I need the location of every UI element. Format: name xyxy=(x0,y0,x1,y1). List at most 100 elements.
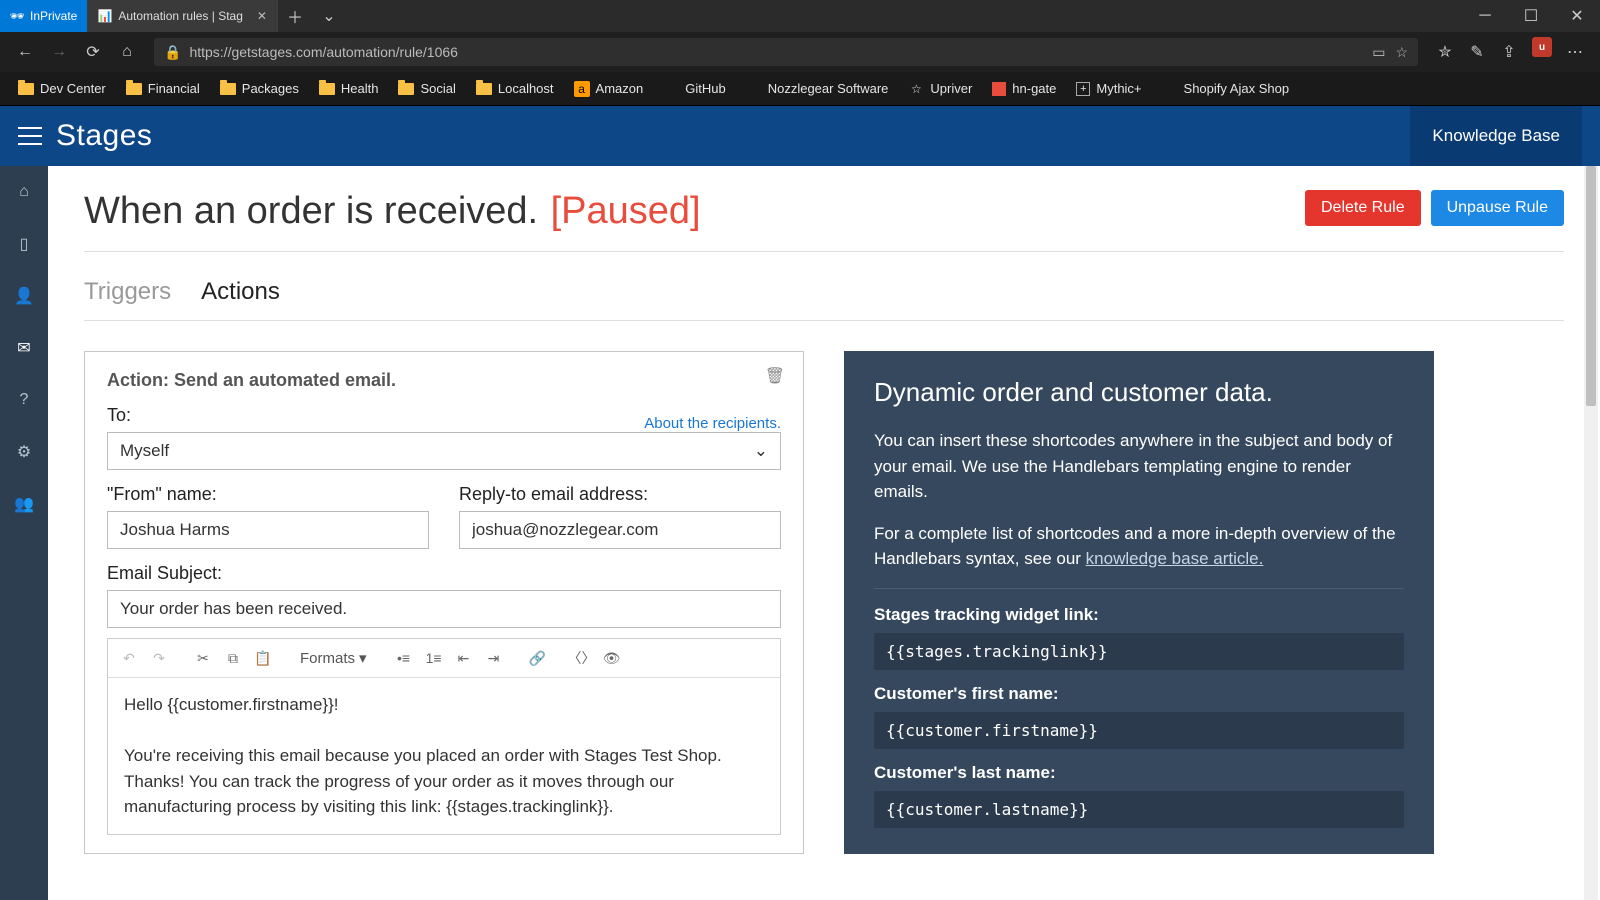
site-icon xyxy=(992,82,1006,96)
notes-icon[interactable]: ✎ xyxy=(1462,37,1492,67)
subject-input[interactable] xyxy=(107,590,781,628)
sidebar-home-icon[interactable]: ⌂ xyxy=(12,180,36,204)
undo-icon[interactable]: ↶ xyxy=(116,645,142,671)
from-name-input[interactable] xyxy=(107,511,429,549)
sidebar-settings-icon[interactable]: ⚙ xyxy=(12,440,36,464)
address-bar[interactable]: 🔒 https://getstages.com/automation/rule/… xyxy=(154,38,1418,66)
scrollbar-thumb[interactable] xyxy=(1586,166,1596,406)
nav-home-button[interactable]: ⌂ xyxy=(112,37,142,67)
shortcode-code-2: {{customer.firstname}} xyxy=(874,712,1404,749)
action-card: Action: Send an automated email. 🗑 To: A… xyxy=(84,351,804,854)
bookmark-packages[interactable]: Packages xyxy=(212,77,307,100)
menu-hamburger-icon[interactable] xyxy=(18,127,42,145)
close-tab-icon[interactable]: ✕ xyxy=(257,9,267,23)
bookmark-dev-center[interactable]: Dev Center xyxy=(10,77,114,100)
favorite-star-icon[interactable]: ☆ xyxy=(1395,44,1408,61)
cut-icon[interactable]: ✂ xyxy=(190,645,216,671)
tab-page[interactable]: 📊 Automation rules | Stag ✕ xyxy=(88,0,278,32)
shortcode-code-1: {{stages.trackinglink}} xyxy=(874,633,1404,670)
knowledge-base-link[interactable]: Knowledge Base xyxy=(1410,106,1582,166)
sidebar-account-icon[interactable]: 👥 xyxy=(12,492,36,516)
delete-action-icon[interactable]: 🗑 xyxy=(765,366,785,386)
tab-page-title: Automation rules | Stag xyxy=(118,9,243,23)
sidebar-mail-icon[interactable]: ✉ xyxy=(12,336,36,360)
browser-menu-button[interactable]: ⋯ xyxy=(1560,37,1590,67)
about-recipients-link[interactable]: About the recipients. xyxy=(644,415,781,432)
bookmarks-bar: Dev Center Financial Packages Health Soc… xyxy=(0,72,1600,106)
copy-icon[interactable]: ⧉ xyxy=(220,645,246,671)
content-scrollbar[interactable] xyxy=(1584,166,1598,900)
browser-toolbar: ← → ⟳ ⌂ 🔒 https://getstages.com/automati… xyxy=(0,32,1600,72)
folder-icon xyxy=(319,83,335,95)
folder-icon xyxy=(18,83,34,95)
star-icon: ☆ xyxy=(908,81,924,97)
reply-to-label: Reply-to email address: xyxy=(459,484,781,505)
window-close-button[interactable]: ✕ xyxy=(1554,0,1600,32)
to-label: To: xyxy=(107,405,131,426)
bookmark-financial[interactable]: Financial xyxy=(118,77,208,100)
nav-refresh-button[interactable]: ⟳ xyxy=(78,37,108,67)
tab-favicon-icon: 📊 xyxy=(98,9,112,23)
preview-icon[interactable]: 👁 xyxy=(599,645,625,671)
info-panel: Dynamic order and customer data. You can… xyxy=(844,351,1434,854)
inprivate-icon: 🕶 xyxy=(10,9,24,23)
unpause-rule-button[interactable]: Unpause Rule xyxy=(1431,190,1564,226)
favorites-list-icon[interactable]: ✮ xyxy=(1430,37,1460,67)
numbered-list-icon[interactable]: 1≡ xyxy=(421,645,447,671)
bullet-list-icon[interactable]: •≡ xyxy=(391,645,417,671)
sidebar-help-icon[interactable]: ? xyxy=(12,388,36,412)
share-icon[interactable]: ⇪ xyxy=(1494,37,1524,67)
bookmark-upriver[interactable]: ☆Upriver xyxy=(900,77,980,101)
editor-body[interactable]: Hello {{customer.firstname}}! You're rec… xyxy=(108,678,780,834)
delete-rule-button[interactable]: Delete Rule xyxy=(1305,190,1421,226)
bookmark-social[interactable]: Social xyxy=(390,77,463,100)
bookmark-shopify-ajax[interactable]: Shopify Ajax Shop xyxy=(1154,77,1298,101)
bookmark-github[interactable]: GitHub xyxy=(655,77,733,101)
reading-view-icon[interactable]: ▭ xyxy=(1372,44,1385,61)
reply-to-input[interactable] xyxy=(459,511,781,549)
app-sidebar: ⌂ ▯ 👤 ✉ ? ⚙ 👥 xyxy=(0,166,48,900)
tab-actions[interactable]: Actions xyxy=(201,272,280,320)
shortcode-label-3: Customer's last name: xyxy=(874,763,1404,783)
amazon-icon: a xyxy=(574,81,590,97)
lock-icon: 🔒 xyxy=(164,44,181,61)
bookmark-hn-gate[interactable]: hn-gate xyxy=(984,77,1064,100)
bookmark-health[interactable]: Health xyxy=(311,77,387,100)
bookmark-mythic[interactable]: +Mythic+ xyxy=(1068,77,1149,100)
to-select-value: Myself xyxy=(120,441,169,461)
new-tab-button[interactable]: ＋ xyxy=(278,0,312,32)
bookmark-amazon[interactable]: aAmazon xyxy=(566,77,652,101)
bookmark-nozzlegear[interactable]: Nozzlegear Software xyxy=(738,77,897,101)
tab-triggers[interactable]: Triggers xyxy=(84,272,171,320)
window-maximize-button[interactable]: ☐ xyxy=(1508,0,1554,32)
tab-inprivate-label: InPrivate xyxy=(30,9,77,23)
link-icon[interactable]: 🔗 xyxy=(525,645,551,671)
to-select[interactable]: Myself ⌄ xyxy=(107,432,781,470)
tabs-dropdown-button[interactable]: ⌄ xyxy=(312,0,346,32)
tab-inprivate[interactable]: 🕶 InPrivate xyxy=(0,0,88,32)
kb-article-link[interactable]: knowledge base article. xyxy=(1086,549,1264,568)
address-url: https://getstages.com/automation/rule/10… xyxy=(189,44,458,60)
window-minimize-button[interactable]: ─ xyxy=(1462,0,1508,32)
folder-icon xyxy=(220,83,236,95)
formats-dropdown[interactable]: Formats▾ xyxy=(294,649,373,667)
editor-toolbar: ↶ ↷ ✂ ⧉ 📋 Formats▾ xyxy=(108,639,780,678)
paste-icon[interactable]: 📋 xyxy=(250,645,276,671)
browser-titlebar: 🕶 InPrivate 📊 Automation rules | Stag ✕ … xyxy=(0,0,1600,32)
email-body-editor: ↶ ↷ ✂ ⧉ 📋 Formats▾ xyxy=(107,638,781,835)
shortcode-label-2: Customer's first name: xyxy=(874,684,1404,704)
chevron-down-icon: ⌄ xyxy=(754,441,768,461)
indent-icon[interactable]: ⇥ xyxy=(481,645,507,671)
nav-back-button[interactable]: ← xyxy=(10,37,40,67)
info-title: Dynamic order and customer data. xyxy=(874,377,1404,408)
sidebar-device-icon[interactable]: ▯ xyxy=(12,232,36,256)
code-icon[interactable]: 〈〉 xyxy=(569,645,595,671)
redo-icon[interactable]: ↷ xyxy=(146,645,172,671)
sidebar-user-icon[interactable]: 👤 xyxy=(12,284,36,308)
extension-ublock-icon[interactable]: u xyxy=(1532,37,1552,57)
bookmark-localhost[interactable]: Localhost xyxy=(468,77,562,100)
outdent-icon[interactable]: ⇤ xyxy=(451,645,477,671)
site-icon xyxy=(1162,81,1178,97)
action-card-title: Action: Send an automated email. xyxy=(107,370,781,391)
nav-forward-button[interactable]: → xyxy=(44,37,74,67)
